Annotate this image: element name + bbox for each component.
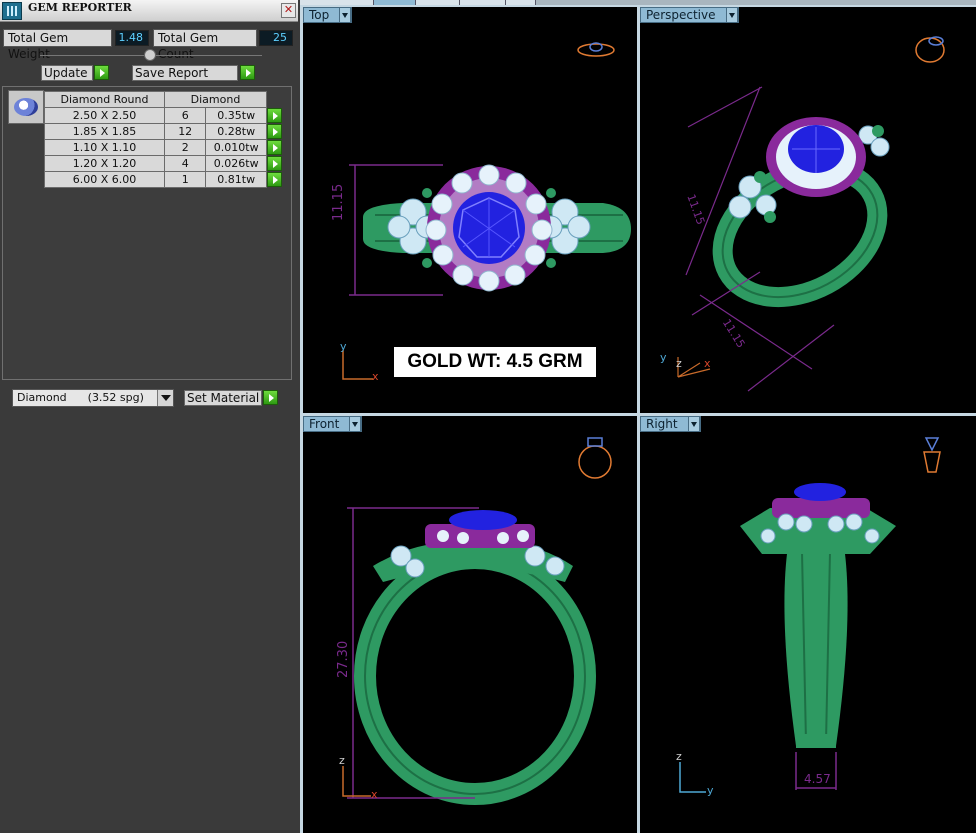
viewport-perspective-label[interactable]: Perspective — [640, 7, 739, 23]
row-go-arrow-icon[interactable] — [267, 140, 282, 155]
right-view-render — [679, 437, 941, 793]
table-row: 1.10 X 1.10 2 0.010tw — [44, 139, 283, 156]
viewport-perspective[interactable]: Perspective 11.15 11.15 y z x — [640, 7, 976, 413]
material-selected-value: Diamond (3.52 spg) — [17, 391, 144, 404]
save-report-go-arrow-icon[interactable] — [240, 65, 255, 80]
gold-weight-annotation: GOLD WT: 4.5 GRM — [394, 347, 596, 377]
gem-size: 1.85 X 1.85 — [44, 123, 165, 140]
viewport-right[interactable]: Right 4.57 z y — [640, 416, 976, 833]
gem-size: 1.10 X 1.10 — [44, 139, 165, 156]
gem-table-header-material: Diamond — [164, 91, 267, 108]
app-icon — [2, 2, 22, 20]
table-row: 1.85 X 1.85 12 0.28tw — [44, 123, 283, 140]
gem-table-header-type: Diamond Round — [44, 91, 165, 108]
total-gem-weight-value: 1.48 — [115, 30, 149, 46]
material-select[interactable]: Diamond (3.52 spg) — [12, 389, 174, 407]
gem-weight: 0.81tw — [205, 171, 267, 188]
gem-weight: 0.28tw — [205, 123, 267, 140]
front-dimension-label: 27.30 — [336, 640, 351, 678]
total-gem-count-value: 25 — [259, 30, 293, 46]
dropdown-icon[interactable] — [725, 7, 738, 23]
axis-y-label: y — [340, 340, 347, 353]
title-bar: GEM REPORTER ✕ — [0, 0, 298, 22]
dropdown-icon[interactable] — [349, 416, 362, 432]
axis-x-label: x — [371, 788, 378, 801]
viewport-top-label[interactable]: Top — [303, 7, 353, 23]
row-go-arrow-icon[interactable] — [267, 124, 282, 139]
viewport-area: Top 11.15 y x GOLD WT: 4.5 GRM Perspecti… — [300, 5, 976, 833]
axis-z-label: z — [676, 357, 682, 370]
gem-reporter-panel: GEM REPORTER ✕ Total Gem Weight 1.48 Tot… — [0, 0, 300, 833]
viewport-front-label[interactable]: Front — [303, 416, 363, 432]
dropdown-icon[interactable] — [157, 390, 173, 406]
axis-y-label: y — [660, 351, 667, 364]
row-go-arrow-icon[interactable] — [267, 108, 282, 123]
table-row: 1.20 X 1.20 4 0.026tw — [44, 155, 283, 172]
axis-z-label: z — [676, 750, 682, 763]
gem-weight: 0.010tw — [205, 139, 267, 156]
gem-size: 2.50 X 2.50 — [44, 107, 165, 124]
close-button[interactable]: ✕ — [281, 3, 296, 18]
axis-x-label: x — [704, 357, 711, 370]
gem-weight: 0.35tw — [205, 107, 267, 124]
update-label: Update — [44, 66, 88, 80]
gem-count: 4 — [163, 155, 207, 172]
gem-count: 2 — [163, 139, 207, 156]
set-material-label: Set Material — [187, 391, 260, 405]
close-icon: ✕ — [283, 3, 294, 16]
gem-size: 6.00 X 6.00 — [44, 171, 165, 188]
total-gem-weight-label: Total Gem Weight — [3, 29, 112, 61]
update-go-arrow-icon[interactable] — [94, 65, 109, 80]
viewport-right-label[interactable]: Right — [640, 416, 701, 432]
table-row: 2.50 X 2.50 6 0.35tw — [44, 107, 283, 124]
row-go-arrow-icon[interactable] — [267, 156, 282, 171]
gem-weight: 0.026tw — [205, 155, 267, 172]
set-material-button[interactable]: Set Material — [184, 390, 262, 406]
splitter-handle[interactable] — [144, 49, 156, 61]
gem-size: 1.20 X 1.20 — [44, 155, 165, 172]
panel-title: GEM REPORTER — [28, 1, 132, 14]
gem-table-header: Diamond Round Diamond — [44, 91, 283, 108]
axis-y-label: y — [707, 784, 714, 797]
save-report-button[interactable]: Save Report — [132, 65, 238, 81]
table-row: 6.00 X 6.00 1 0.81tw — [44, 171, 283, 188]
top-dimension-label: 11.15 — [331, 183, 346, 221]
gem-count: 12 — [163, 123, 207, 140]
save-report-label: Save Report — [135, 66, 209, 80]
viewport-front[interactable]: Front 27.30 z x — [303, 416, 637, 833]
axis-z-label: z — [339, 754, 345, 767]
axis-x-label: x — [372, 370, 379, 383]
viewport-top[interactable]: Top 11.15 y x GOLD WT: 4.5 GRM — [303, 7, 637, 413]
gem-count: 1 — [163, 171, 207, 188]
dropdown-icon[interactable] — [687, 416, 700, 432]
total-gem-count-label: Total Gem Count — [153, 29, 257, 61]
gem-table: Diamond Round Diamond 2.50 X 2.50 6 0.35… — [44, 91, 283, 188]
row-go-arrow-icon[interactable] — [267, 172, 282, 187]
update-button[interactable]: Update — [41, 65, 93, 81]
right-dimension-label: 4.57 — [804, 772, 831, 786]
dropdown-icon[interactable] — [339, 7, 352, 23]
set-material-go-arrow-icon[interactable] — [263, 390, 278, 405]
gem-thumbnail-icon[interactable] — [8, 90, 44, 124]
front-view-render — [342, 437, 612, 805]
gem-count: 6 — [163, 107, 207, 124]
